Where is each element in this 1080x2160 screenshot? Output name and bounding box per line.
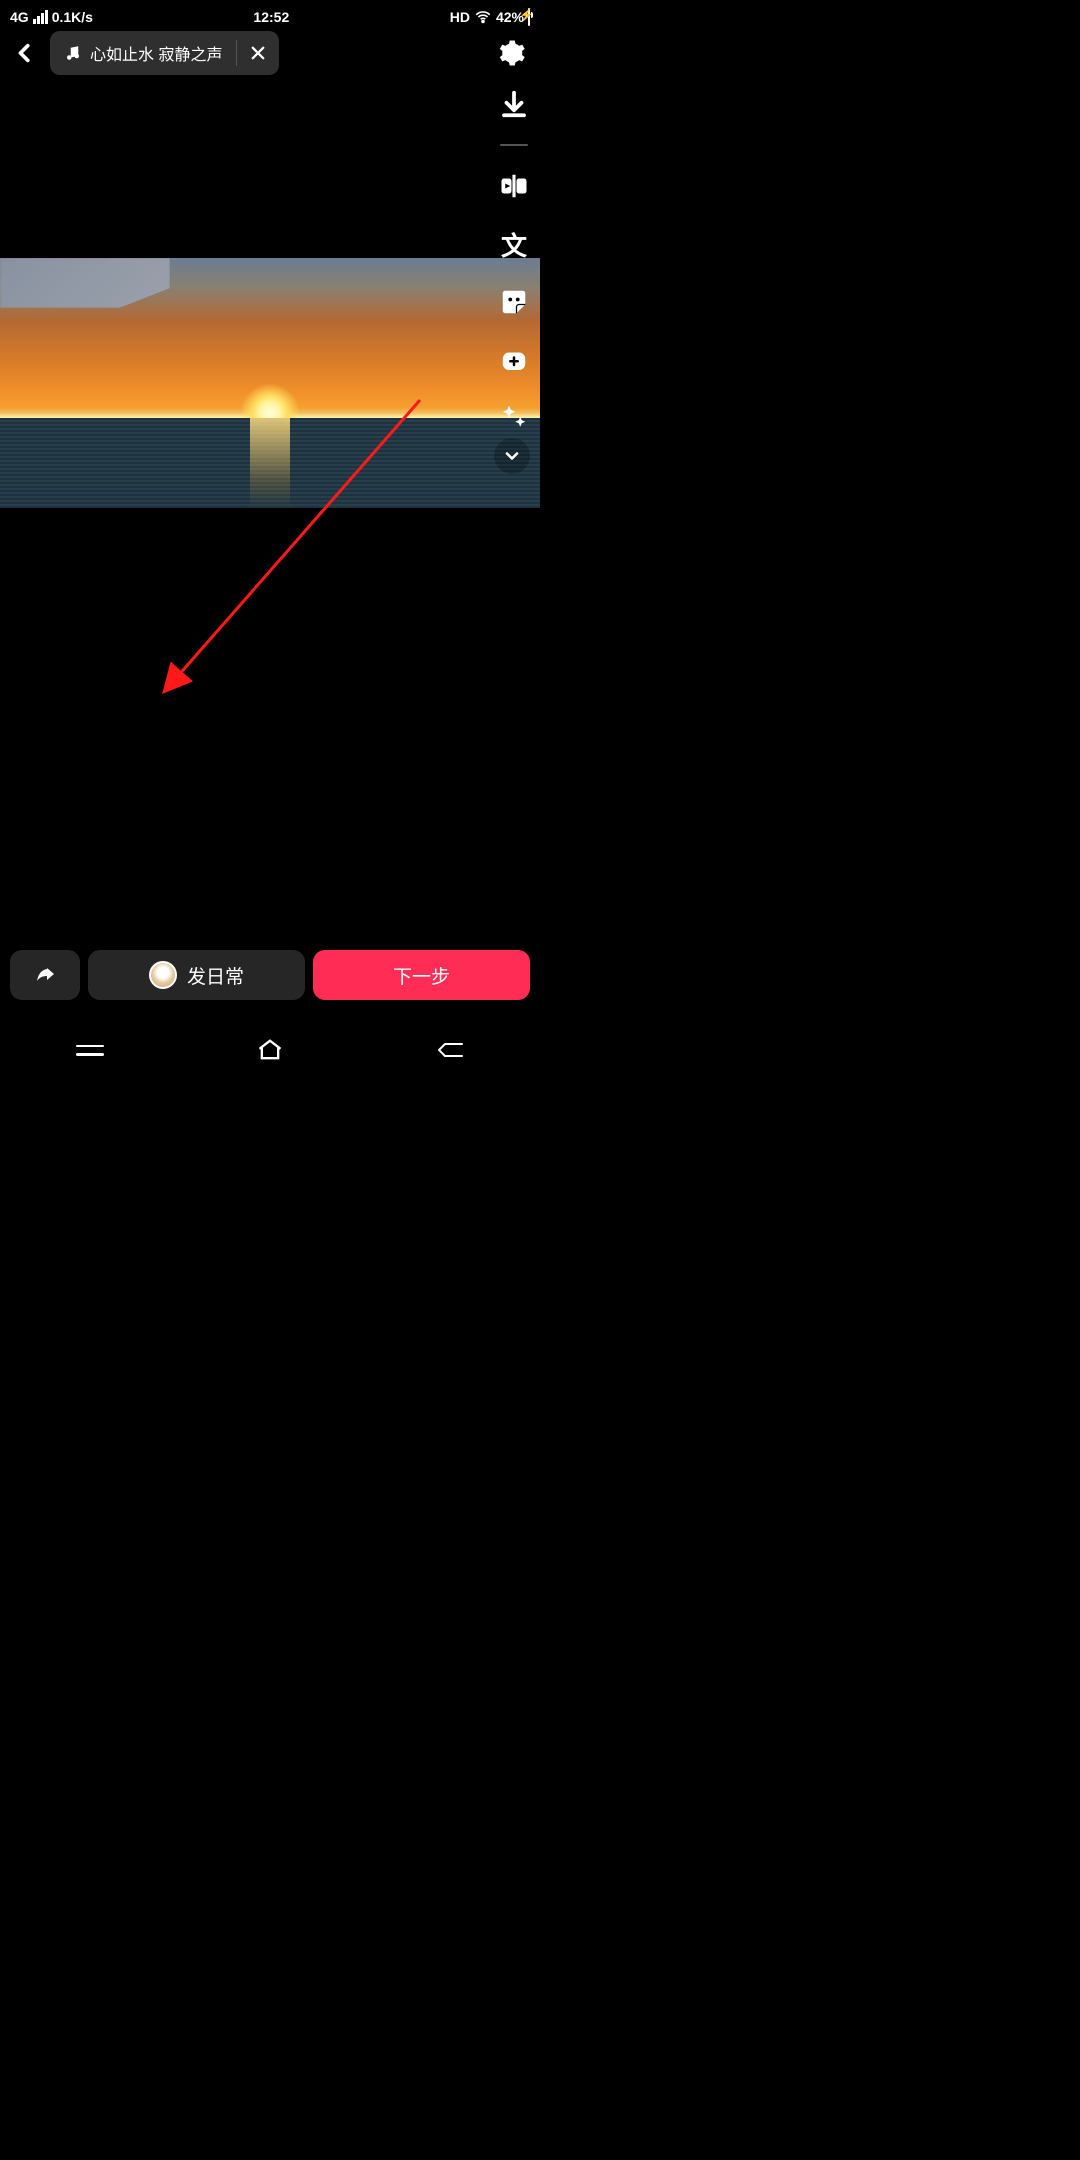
post-daily-label: 发日常 bbox=[187, 962, 244, 989]
sticker-button[interactable] bbox=[496, 284, 532, 320]
post-daily-button[interactable]: 发日常 bbox=[88, 950, 305, 1000]
bottom-action-row: 发日常 下一步 bbox=[10, 950, 530, 1000]
nav-home-button[interactable] bbox=[235, 1035, 305, 1065]
wifi-icon bbox=[474, 8, 492, 26]
nav-recent-button[interactable] bbox=[55, 1035, 125, 1065]
nav-back-button[interactable] bbox=[415, 1035, 485, 1065]
effects-button[interactable] bbox=[496, 342, 532, 378]
music-selector[interactable]: 心如止水 寂静之声 bbox=[50, 31, 279, 75]
next-label: 下一步 bbox=[393, 962, 450, 989]
system-nav-bar bbox=[0, 1020, 540, 1080]
status-clock: 12:52 bbox=[253, 9, 289, 25]
download-icon bbox=[499, 89, 529, 119]
music-clear-button[interactable] bbox=[237, 31, 279, 75]
text-icon: 文 bbox=[501, 226, 527, 263]
chevron-down-icon bbox=[502, 446, 522, 466]
camera-plus-icon bbox=[499, 345, 529, 375]
next-button[interactable]: 下一步 bbox=[313, 950, 530, 1000]
text-tool-button[interactable]: 文 bbox=[496, 226, 532, 262]
video-preview[interactable] bbox=[0, 258, 540, 508]
download-button[interactable] bbox=[496, 86, 532, 122]
annotation-arrow bbox=[0, 0, 540, 1080]
signal-icon bbox=[33, 10, 48, 24]
share-arrow-icon bbox=[33, 963, 57, 987]
network-type: 4G bbox=[10, 9, 29, 25]
menu-icon bbox=[76, 1045, 104, 1056]
split-layout-button[interactable] bbox=[496, 168, 532, 204]
expand-tools-button[interactable] bbox=[494, 438, 530, 474]
tool-divider bbox=[500, 144, 528, 146]
sparkle-button[interactable] bbox=[496, 400, 532, 436]
sticker-icon bbox=[499, 287, 529, 317]
hd-indicator: HD bbox=[450, 9, 470, 25]
editor-topbar: 心如止水 寂静之声 bbox=[0, 28, 540, 78]
avatar bbox=[149, 961, 177, 989]
music-title: 心如止水 寂静之声 bbox=[90, 41, 222, 65]
music-note-icon bbox=[64, 44, 82, 62]
settings-button[interactable] bbox=[492, 38, 530, 68]
status-bar: 4G 0.1K/s 12:52 HD 42% ⚡ bbox=[0, 0, 540, 28]
back-icon bbox=[435, 1038, 465, 1062]
charging-icon: ⚡ bbox=[528, 9, 530, 25]
share-button[interactable] bbox=[10, 950, 80, 1000]
gear-icon bbox=[496, 38, 526, 68]
split-layout-icon bbox=[499, 171, 529, 201]
back-button[interactable] bbox=[10, 42, 40, 64]
network-speed: 0.1K/s bbox=[52, 9, 93, 25]
close-icon bbox=[249, 44, 267, 62]
home-icon bbox=[256, 1036, 284, 1064]
sparkle-icon bbox=[499, 403, 529, 433]
